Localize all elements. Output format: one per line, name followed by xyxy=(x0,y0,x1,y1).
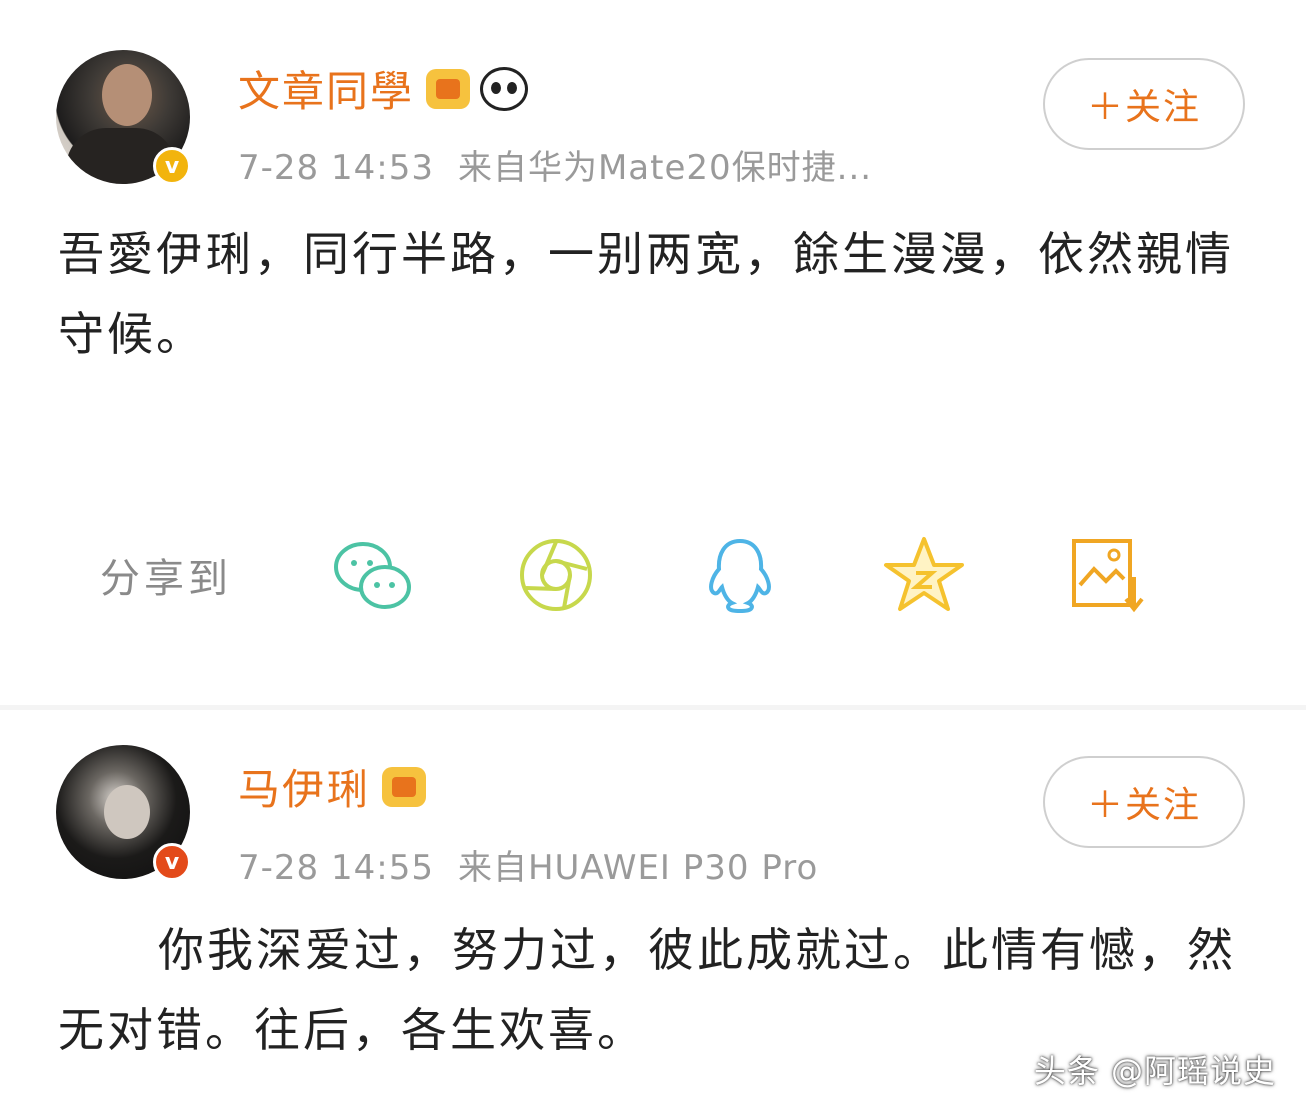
timestamp: 7-28 14:53 xyxy=(238,148,434,188)
verified-badge-icon: v xyxy=(153,843,191,881)
post-meta: 7-28 14:55 来自HUAWEI P30 Pro xyxy=(238,840,818,889)
follow-button[interactable]: ＋关注 xyxy=(1043,756,1245,848)
post-source: 来自华为Mate20保时捷... xyxy=(457,148,873,188)
username-row: 文章同學 xyxy=(238,58,529,119)
qq-icon[interactable] xyxy=(698,533,782,617)
weibo-post-2: v 马伊琍 7-28 14:55 来自HUAWEI P30 Pro ＋关注 你我深… xyxy=(0,710,1306,1120)
post-meta: 7-28 14:53 来自华为Mate20保时捷... xyxy=(238,140,872,189)
username-row: 马伊琍 xyxy=(238,756,427,817)
panda-icon xyxy=(480,66,529,111)
username[interactable]: 马伊琍 xyxy=(238,756,370,817)
qzone-star-icon[interactable] xyxy=(882,533,966,617)
verified-badge-icon: v xyxy=(153,147,191,185)
post-source: 来自HUAWEI P30 Pro xyxy=(457,848,819,888)
moments-icon[interactable] xyxy=(514,533,598,617)
share-label: 分享到 xyxy=(100,556,232,602)
timestamp: 7-28 14:55 xyxy=(238,848,434,888)
watermark: 头条 @阿瑶说史 xyxy=(1033,1052,1276,1090)
follow-button[interactable]: ＋关注 xyxy=(1043,58,1245,150)
vip-crown-icon xyxy=(426,68,471,109)
post-content: 吾愛伊琍，同行半路，一别两宽，餘生漫漫，依然親情守候。 xyxy=(58,227,1234,361)
wechat-icon[interactable] xyxy=(330,533,414,617)
save-image-icon[interactable] xyxy=(1066,533,1150,617)
weibo-post-1: v 文章同學 7-28 14:53 来自华为Mate20保时捷... ＋关注 吾愛… xyxy=(0,0,1306,705)
share-bar: 分享到 xyxy=(100,530,1250,620)
vip-crown-icon xyxy=(382,766,427,807)
username[interactable]: 文章同學 xyxy=(238,58,414,119)
